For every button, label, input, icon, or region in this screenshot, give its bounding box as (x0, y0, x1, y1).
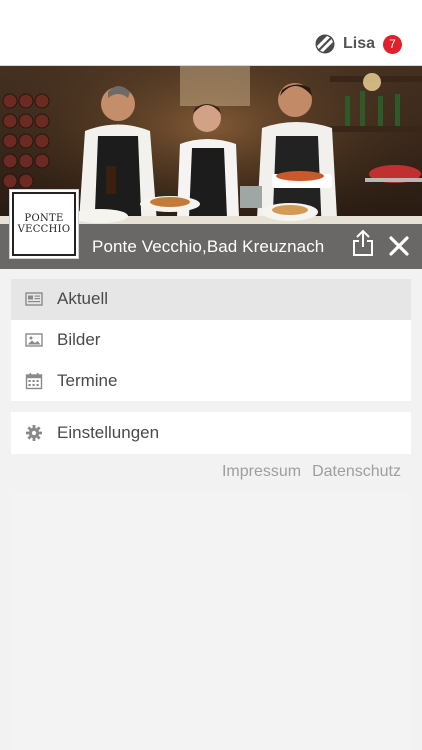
menu-item-label: Einstellungen (57, 423, 160, 442)
venue-logo-line2: VECCHIO (17, 224, 71, 235)
menu-item-label: Termine (57, 370, 118, 390)
gear-icon (26, 425, 42, 441)
image-icon (25, 333, 43, 347)
menu-item-einstellungen[interactable]: Einstellungen (11, 412, 411, 454)
venue-logo: PONTE VECCHIO (9, 189, 79, 259)
top-bar: Lisa 7 (0, 0, 422, 66)
menu-item-label: Aktuell (57, 289, 109, 309)
user-account[interactable]: Lisa 7 (315, 32, 402, 56)
calendar-icon (25, 372, 43, 389)
venue-title: Ponte Vecchio,Bad Kreuznach (92, 237, 325, 256)
menu-item-bilder[interactable]: Bilder (11, 320, 411, 361)
globe-stripes-icon (315, 34, 335, 54)
settings-menu: Einstellungen (11, 412, 411, 454)
notification-badge: 7 (383, 34, 402, 54)
menu-item-aktuell[interactable]: Aktuell (11, 279, 411, 320)
impressum-link[interactable]: Impressum (222, 463, 301, 481)
user-name: Lisa (342, 35, 375, 52)
share-icon[interactable] (351, 229, 375, 257)
close-icon[interactable] (388, 235, 410, 257)
venue-logo-line1: PONTE (24, 212, 64, 224)
menu-item-termine[interactable]: Termine (11, 360, 411, 401)
datenschutz-link[interactable]: Datenschutz (312, 463, 401, 481)
main-menu: Aktuell Bilder Termine (11, 279, 411, 401)
venue-logo-frame: PONTE VECCHIO (12, 192, 76, 256)
content-area (11, 492, 411, 750)
footer-links: Impressum Datenschutz (222, 463, 401, 481)
newspaper-icon (25, 292, 43, 307)
menu-item-label: Bilder (57, 329, 101, 349)
